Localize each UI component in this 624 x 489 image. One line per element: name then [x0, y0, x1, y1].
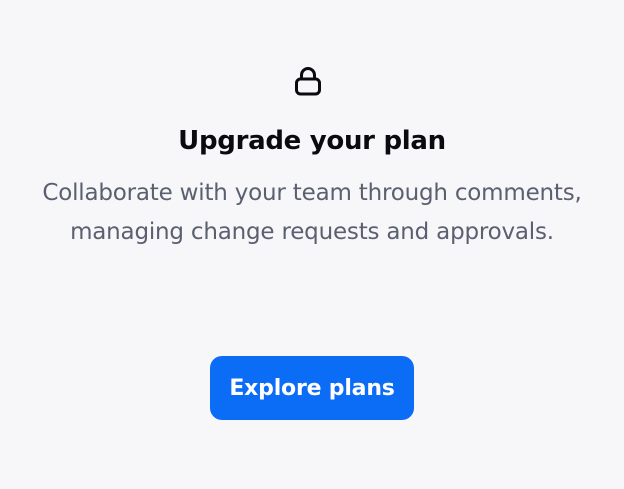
- upgrade-plan-panel: Upgrade your plan Collaborate with your …: [0, 0, 624, 489]
- explore-plans-button[interactable]: Explore plans: [210, 356, 414, 420]
- upgrade-description: Collaborate with your team through comme…: [42, 180, 582, 245]
- lock-icon: [295, 67, 321, 96]
- upgrade-title: Upgrade your plan: [178, 126, 446, 156]
